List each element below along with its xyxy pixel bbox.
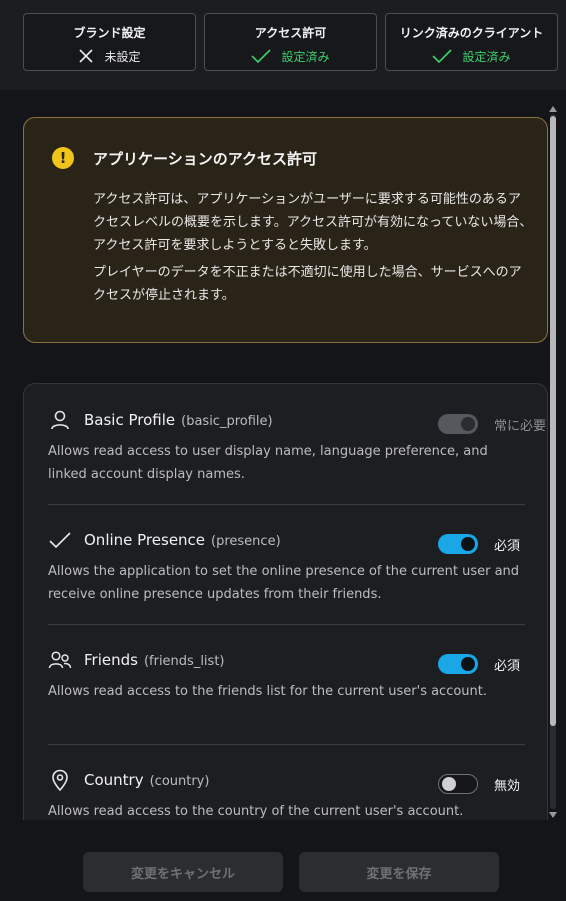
status-card-value: 未設定 [24,47,195,65]
permission-name: Country [84,771,144,789]
permission-item-friends: Friends (friends_list) 必須 Allows read acc… [24,624,549,744]
content-scroll-area[interactable]: ! アプリケーションのアクセス許可 アクセス許可は、アプリケーションがユーザーに… [0,90,566,820]
user-icon [51,410,69,430]
permission-toggle-friends[interactable] [438,654,478,674]
permission-toggle-country[interactable] [438,774,478,794]
permission-description: Allows read access to user display name,… [48,444,488,482]
status-bar: ブランド設定 未設定 アクセス許可 設定済み リンク済みのクライアント 設定済み [0,0,566,90]
status-card-value: 設定済み [386,47,557,65]
footer-actions: 変更をキャンセル 変更を保存 [0,820,566,901]
permission-item-basic-profile: Basic Profile (basic_profile) 常に必要 Allows… [24,384,549,504]
scrollbar[interactable] [548,104,558,820]
status-card-brand: ブランド設定 未設定 [23,13,196,71]
permission-description: Allows the application to set the online… [48,564,520,602]
permission-code: (friends_list) [143,654,225,669]
status-card-linked-clients: リンク済みのクライアント 設定済み [385,13,558,71]
permission-name: Online Presence [84,531,206,549]
permission-code: (basic_profile) [181,414,273,429]
permission-title: Friends (friends_list) [84,651,225,669]
permission-title: Online Presence (presence) [84,531,281,549]
permission-status: 必須 [494,539,521,554]
permission-title: Country (country) [84,771,209,789]
save-changes-button[interactable]: 変更を保存 [299,852,499,892]
warning-icon: ! [52,147,74,169]
permission-description: Allows read access to the country of the… [48,804,464,819]
warning-callout: ! アプリケーションのアクセス許可 アクセス許可は、アプリケーションがユーザーに… [23,117,548,343]
status-card-permissions: アクセス許可 設定済み [204,13,377,71]
warning-text: プレイヤーのデータを不正または不適切に使用した場合、サービスへのアクセスが停止さ… [93,265,522,303]
permission-item-online-presence: Online Presence (presence) 必須 Allows the … [24,504,549,624]
toggle-knob [461,537,475,551]
permission-name: Friends [84,651,138,669]
permission-description: Allows read access to the friends list f… [48,684,488,699]
cancel-changes-button[interactable]: 変更をキャンセル [83,852,283,892]
status-card-value-text: 未設定 [104,49,141,64]
status-card-value: 設定済み [205,47,376,65]
permission-title: Basic Profile (basic_profile) [84,411,273,429]
status-card-title: リンク済みのクライアント [399,26,544,40]
permission-toggle-presence[interactable] [438,534,478,554]
toggle-knob [442,777,456,791]
status-card-value-text: 設定済み [462,49,511,64]
check-icon [432,49,453,64]
toggle-knob [461,657,475,671]
permission-list: Basic Profile (basic_profile) 常に必要 Allows… [23,383,548,820]
status-card-title: ブランド設定 [73,26,146,40]
permission-toggle-basic-profile[interactable] [438,414,478,434]
permission-name: Basic Profile [84,411,176,429]
check-icon [251,49,272,64]
scroll-down-arrow-icon[interactable] [549,812,557,818]
scroll-up-arrow-icon[interactable] [549,106,557,112]
check-icon [49,532,71,549]
x-icon [79,49,94,63]
permission-status: 必須 [494,659,521,674]
toggle-knob [461,417,475,431]
warning-title: アプリケーションのアクセス許可 [93,150,317,168]
warning-text: アクセス許可は、アプリケーションがユーザーに要求する可能性のあるアクセスレベルの… [93,192,533,253]
friends-icon [48,651,72,669]
permission-code: (country) [149,774,210,789]
permission-item-country: Country (country) 無効 Allows read access t… [24,744,549,820]
status-card-title: アクセス許可 [254,26,327,40]
permission-status: 無効 [494,779,521,794]
permission-code: (presence) [211,534,281,549]
scrollbar-thumb[interactable] [550,116,556,726]
location-pin-icon [52,769,68,792]
permission-status: 常に必要 [494,419,547,434]
status-card-value-text: 設定済み [281,49,330,64]
